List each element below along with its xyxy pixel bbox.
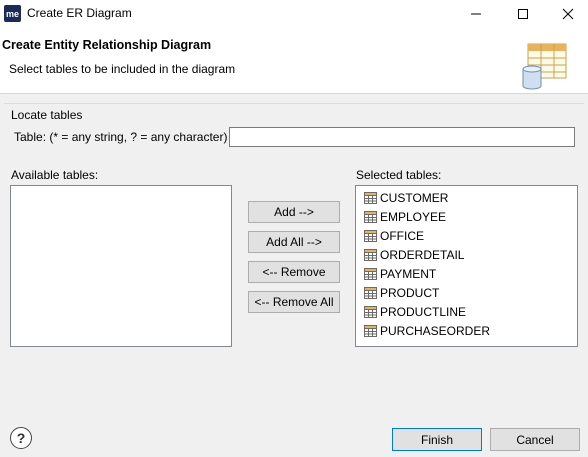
list-item-label: PAYMENT bbox=[380, 267, 437, 281]
database-table-icon bbox=[522, 43, 567, 90]
table-icon bbox=[364, 287, 377, 299]
table-icon bbox=[364, 268, 377, 280]
window-title: Create ER Diagram bbox=[27, 6, 132, 20]
dialog-subtitle: Select tables to be included in the diag… bbox=[9, 62, 236, 76]
add-button[interactable]: Add --> bbox=[248, 201, 340, 223]
maximize-button[interactable] bbox=[503, 0, 543, 28]
list-item[interactable]: PAYMENT bbox=[364, 265, 436, 283]
list-item-label: EMPLOYEE bbox=[380, 210, 447, 224]
list-item-label: ORDERDETAIL bbox=[380, 248, 465, 262]
list-item[interactable]: PURCHASEORDER bbox=[364, 322, 490, 340]
available-tables-label: Available tables: bbox=[11, 168, 99, 182]
app-logo-icon: me bbox=[4, 5, 21, 22]
table-filter-label: Table: (* = any string, ? = any characte… bbox=[14, 130, 228, 144]
title-bar: me Create ER Diagram bbox=[0, 0, 588, 28]
table-filter-input[interactable] bbox=[229, 127, 575, 147]
help-button[interactable]: ? bbox=[10, 427, 32, 449]
list-item[interactable]: ORDERDETAIL bbox=[364, 246, 464, 264]
dialog-title: Create Entity Relationship Diagram bbox=[2, 38, 212, 52]
table-icon bbox=[364, 230, 377, 242]
list-item[interactable]: CUSTOMER bbox=[364, 189, 448, 207]
list-item[interactable]: OFFICE bbox=[364, 227, 424, 245]
list-item[interactable]: PRODUCTLINE bbox=[364, 303, 466, 321]
table-icon bbox=[364, 325, 377, 337]
list-item[interactable]: PRODUCT bbox=[364, 284, 439, 302]
locate-tables-label: Locate tables bbox=[11, 108, 83, 122]
list-item-label: CUSTOMER bbox=[380, 191, 449, 205]
table-icon bbox=[364, 211, 377, 223]
minimize-icon bbox=[471, 13, 481, 15]
table-icon bbox=[364, 192, 377, 204]
list-item-label: PURCHASEORDER bbox=[380, 324, 491, 338]
remove-button[interactable]: <-- Remove bbox=[248, 261, 340, 283]
minimize-button[interactable] bbox=[456, 0, 496, 28]
list-item-label: OFFICE bbox=[380, 229, 424, 243]
maximize-icon bbox=[518, 9, 528, 19]
selected-tables-list[interactable]: CUSTOMER EMPLOYEE OFFICE ORDERDETAIL PAY… bbox=[355, 185, 578, 347]
help-icon: ? bbox=[16, 430, 26, 446]
table-icon bbox=[364, 306, 377, 318]
close-button[interactable] bbox=[548, 0, 588, 28]
list-item[interactable]: EMPLOYEE bbox=[364, 208, 446, 226]
list-item-label: PRODUCTLINE bbox=[380, 305, 467, 319]
table-icon bbox=[364, 249, 377, 261]
available-tables-list[interactable] bbox=[10, 185, 232, 347]
finish-button[interactable]: Finish bbox=[392, 428, 482, 451]
remove-all-button[interactable]: <-- Remove All bbox=[248, 291, 340, 313]
selected-tables-label: Selected tables: bbox=[356, 168, 442, 182]
list-item-label: PRODUCT bbox=[380, 286, 440, 300]
dialog-header: Create Entity Relationship Diagram Selec… bbox=[0, 28, 588, 94]
cancel-button[interactable]: Cancel bbox=[490, 428, 580, 451]
close-icon bbox=[562, 8, 574, 20]
add-all-button[interactable]: Add All --> bbox=[248, 231, 340, 253]
